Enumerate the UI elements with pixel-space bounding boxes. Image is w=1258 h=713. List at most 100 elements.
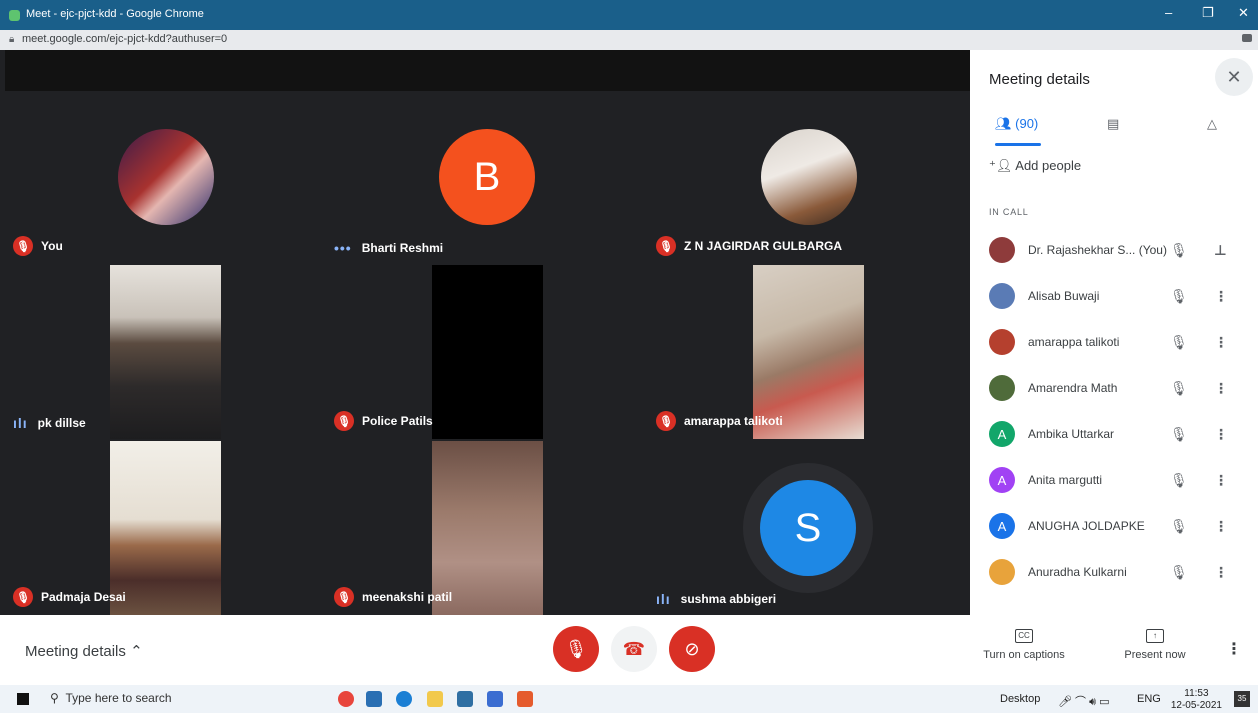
participant-row[interactable]: Dr. Rajashekhar S... (You) 🎙︎ ⊥: [970, 227, 1258, 273]
mic-off-icon: 🎙︎: [13, 587, 33, 607]
participant-tile[interactable]: 🎙︎ amarappa talikoti: [648, 264, 970, 439]
tab-chat[interactable]: ▤: [1107, 116, 1119, 132]
url-text[interactable]: meet.google.com/ejc-pjct-kdd?authuser=0: [22, 33, 227, 45]
close-panel-button[interactable]: ✕: [1215, 58, 1253, 96]
video-feed: [110, 441, 221, 615]
browser-titlebar: Meet - ejc-pjct-kdd - Google Chrome – ❐ …: [0, 0, 1258, 30]
add-people-button[interactable]: ⁺👤︎ Add people: [989, 158, 1081, 174]
account-app-icon[interactable]: [366, 691, 382, 707]
participant-tile[interactable]: 🎙︎ meenakshi patil: [326, 439, 648, 615]
participant-row[interactable]: A Anita margutti 🎙︎ ⋮: [970, 457, 1258, 503]
participant-tile[interactable]: 🎙︎ Z N JAGIRDAR GULBARGA: [648, 91, 970, 264]
participant-row[interactable]: Amarendra Math 🎙︎ ⋮: [970, 365, 1258, 411]
avatar: [118, 129, 214, 225]
more-options-icon[interactable]: ⋮: [1214, 426, 1228, 443]
tab-activities[interactable]: △: [1207, 116, 1217, 132]
meeting-details-panel: Meeting details ✕ 👥︎ (90) ▤ △ ⁺👤︎ Add pe…: [970, 50, 1258, 615]
tray-icons[interactable]: 🎤︎ ⌒ 🔊︎ ▭: [1058, 693, 1109, 709]
avatar: [761, 129, 857, 225]
mic-off-icon: 🎙︎: [334, 411, 354, 431]
participant-name: Padmaja Desai: [41, 590, 126, 604]
participant-tile[interactable]: S ılı sushma abbigeri: [648, 439, 970, 615]
avatar: A: [989, 467, 1015, 493]
system-clock[interactable]: 11:53 12-05-2021: [1171, 688, 1222, 712]
speaking-icon: ılı: [13, 415, 28, 431]
present-label: Present now: [1124, 649, 1186, 661]
more-options-icon[interactable]: ⋮: [1226, 639, 1242, 659]
camera-toggle-button[interactable]: ⊘: [669, 626, 715, 672]
avatar-initial: S: [794, 505, 822, 550]
more-options-icon[interactable]: ⋮: [1214, 472, 1228, 489]
pin-icon[interactable]: ⊥: [1214, 242, 1227, 259]
avatar: [989, 329, 1015, 355]
present-now-button[interactable]: ↑ Present now: [1117, 629, 1193, 661]
captions-button[interactable]: CC Turn on captions: [981, 629, 1067, 661]
participant-row[interactable]: Anuradha Kulkarni 🎙︎ ⋮: [970, 549, 1258, 595]
more-options-icon[interactable]: ⋮: [1214, 564, 1228, 581]
participant-name: amarappa talikoti: [1028, 335, 1120, 349]
mic-off-icon: 🎙︎: [1170, 287, 1188, 304]
edge-icon[interactable]: [396, 691, 412, 707]
video-feed: [432, 265, 543, 439]
tab-people[interactable]: 👥︎ (90): [995, 116, 1038, 132]
app-icon[interactable]: [487, 691, 503, 707]
language-indicator[interactable]: ENG: [1137, 693, 1161, 705]
captions-label: Turn on captions: [983, 649, 1065, 661]
meet-favicon-icon: [9, 10, 20, 21]
mic-off-icon: 🎙︎: [1170, 425, 1188, 442]
participant-row[interactable]: Alisab Buwaji 🎙︎ ⋮: [970, 273, 1258, 319]
participant-name: Police Patils: [362, 414, 433, 428]
add-people-label: Add people: [1015, 158, 1082, 173]
participant-tile[interactable]: 🎙︎ You: [5, 91, 326, 264]
restore-button[interactable]: ❐: [1202, 5, 1214, 21]
participant-row[interactable]: amarappa talikoti 🎙︎ ⋮: [970, 319, 1258, 365]
present-icon: ↑: [1146, 629, 1164, 643]
chevron-up-icon: ⌃: [130, 643, 143, 660]
participant-name: Amarendra Math: [1028, 381, 1118, 395]
mic-off-icon: 🎙︎: [1170, 563, 1188, 580]
participant-tile[interactable]: 🎙︎ Police Patils: [326, 264, 648, 439]
participant-row[interactable]: A ANUGHA JOLDAPKE 🎙︎ ⋮: [970, 503, 1258, 549]
avatar: [989, 283, 1015, 309]
powerpoint-icon[interactable]: [517, 691, 533, 707]
people-count: (90): [1015, 116, 1039, 131]
hang-up-icon: ☎︎: [622, 638, 646, 659]
desktop-toolbar[interactable]: Desktop: [1000, 693, 1040, 705]
more-options-icon[interactable]: ⋮: [1214, 518, 1228, 535]
address-bar[interactable]: 🔒︎ meet.google.com/ejc-pjct-kdd?authuser…: [0, 30, 1258, 50]
video-grid: 🎙︎ You B ••• Bharti Reshmi 🎙︎ Z N JAGIRDAR …: [5, 50, 970, 615]
participant-tile[interactable]: B ••• Bharti Reshmi: [326, 91, 648, 264]
mic-off-icon: 🎙︎: [656, 236, 676, 256]
participant-name: Dr. Rajashekhar S... (You): [1028, 243, 1167, 257]
file-explorer-icon[interactable]: [427, 691, 443, 707]
avatar: A: [989, 421, 1015, 447]
more-options-icon[interactable]: ⋮: [1214, 380, 1228, 397]
more-options-icon[interactable]: ⋮: [1214, 334, 1228, 351]
close-window-button[interactable]: ✕: [1238, 5, 1249, 21]
participant-tile[interactable]: ılı pk dillse: [5, 264, 326, 439]
participant-name: amarappa talikoti: [684, 414, 783, 428]
participant-list: Dr. Rajashekhar S... (You) 🎙︎ ⊥ Alisab Buwa…: [970, 227, 1258, 595]
dropbox-icon[interactable]: [457, 691, 473, 707]
minimize-button[interactable]: –: [1165, 5, 1172, 20]
mic-off-icon: 🎙︎: [1170, 471, 1188, 488]
leave-call-button[interactable]: ☎︎: [611, 626, 657, 672]
more-options-icon[interactable]: ⋮: [1214, 288, 1228, 305]
video-feed: [110, 265, 221, 439]
camera-off-icon: ⊘: [684, 638, 700, 659]
participant-name: meenakshi patil: [362, 590, 453, 604]
meeting-details-toggle[interactable]: Meeting details ⌃: [25, 642, 143, 660]
windows-start-icon[interactable]: [17, 693, 29, 705]
participant-row[interactable]: A Ambika Uttarkar 🎙︎ ⋮: [970, 411, 1258, 457]
avatar: B: [439, 129, 535, 225]
notification-center-icon[interactable]: 35: [1234, 691, 1250, 707]
chrome-icon[interactable]: [338, 691, 354, 707]
participant-name: Ambika Uttarkar: [1028, 427, 1115, 441]
participant-name: pk dillse: [37, 416, 86, 430]
participant-name: Anuradha Kulkarni: [1028, 565, 1127, 579]
participant-tile[interactable]: 🎙︎ Padmaja Desai: [5, 439, 326, 615]
taskbar-search[interactable]: ⚲ Type here to search: [50, 691, 172, 705]
add-person-icon: ⁺👤︎: [989, 158, 1013, 173]
mic-toggle-button[interactable]: 🎙︎: [553, 626, 599, 672]
camera-in-use-icon[interactable]: [1242, 34, 1252, 42]
